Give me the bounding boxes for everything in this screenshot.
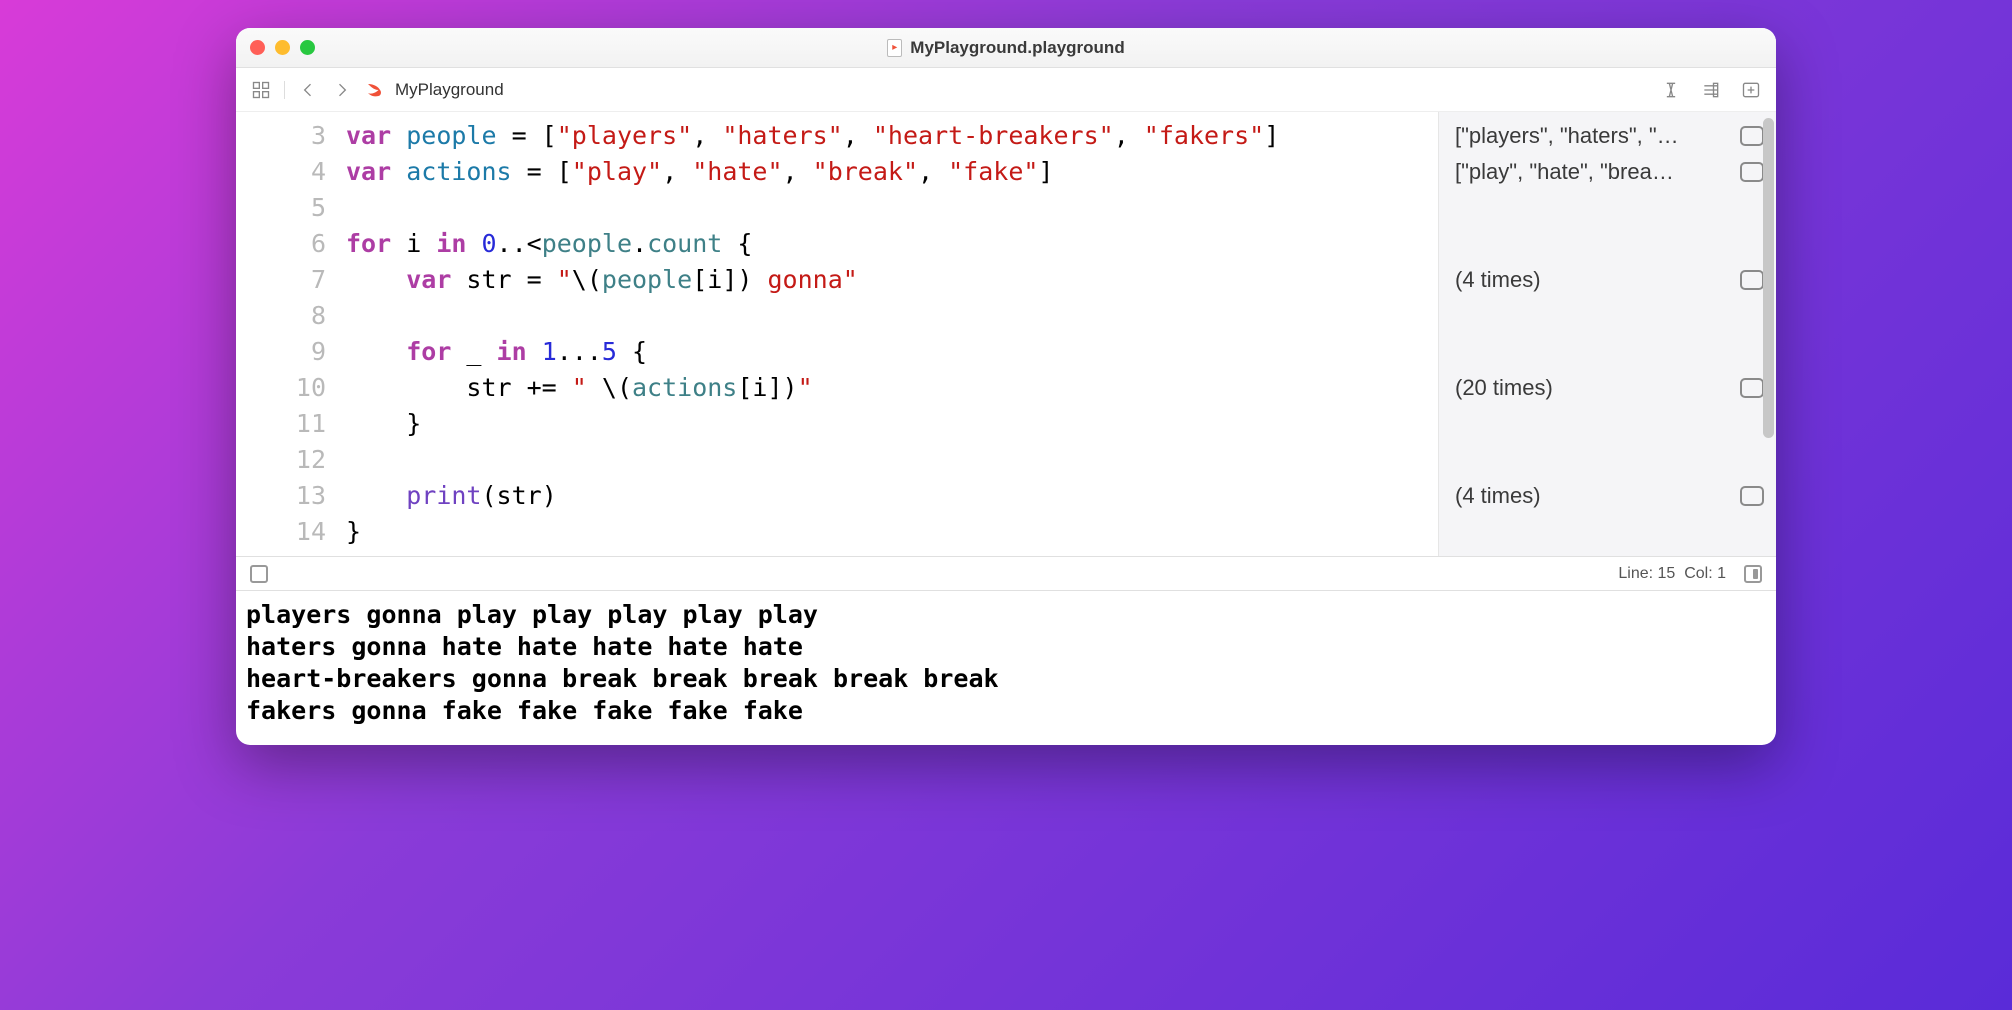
line-number: 3 [236, 118, 346, 154]
code-line[interactable]: 7 var str = "\(people[i]) gonna" [236, 262, 1438, 298]
line-number: 12 [236, 442, 346, 478]
code-content[interactable] [346, 298, 1438, 334]
code-line[interactable]: 3var people = ["players", "haters", "hea… [236, 118, 1438, 154]
cursor-line: Line: 15 [1618, 565, 1675, 582]
add-editor-icon[interactable] [1740, 79, 1762, 101]
toggle-debug-area-icon[interactable] [1744, 565, 1762, 583]
swift-icon [365, 81, 383, 99]
line-number: 13 [236, 478, 346, 514]
code-content[interactable]: var str = "\(people[i]) gonna" [346, 262, 1438, 298]
code-content[interactable] [346, 190, 1438, 226]
result-text: ["play", "hate", "brea… [1455, 154, 1674, 190]
quicklook-icon[interactable] [1740, 162, 1764, 182]
titlebar[interactable]: ▸ MyPlayground.playground [236, 28, 1776, 68]
window-title: ▸ MyPlayground.playground [236, 38, 1776, 58]
result-row [1439, 442, 1776, 478]
line-number: 6 [236, 226, 346, 262]
nav-back-icon[interactable] [297, 79, 319, 101]
code-line[interactable]: 8 [236, 298, 1438, 334]
nav-forward-icon[interactable] [331, 79, 353, 101]
line-number: 5 [236, 190, 346, 226]
code-line[interactable]: 9 for _ in 1...5 { [236, 334, 1438, 370]
code-content[interactable]: str += " \(actions[i])" [346, 370, 1438, 406]
result-row[interactable]: ["play", "hate", "brea… [1439, 154, 1776, 190]
code-line[interactable]: 12 [236, 442, 1438, 478]
quicklook-icon[interactable] [1740, 378, 1764, 398]
scrollbar-thumb[interactable] [1763, 118, 1774, 438]
code-content[interactable]: print(str) [346, 478, 1438, 514]
result-row [1439, 190, 1776, 226]
result-row [1439, 298, 1776, 334]
line-number: 7 [236, 262, 346, 298]
related-items-icon[interactable] [250, 79, 272, 101]
line-number: 11 [236, 406, 346, 442]
result-text: ["players", "haters", "… [1455, 118, 1679, 154]
result-text [1455, 226, 1461, 262]
results-sidebar: ["players", "haters", "…["play", "hate",… [1438, 112, 1776, 556]
code-content[interactable]: var people = ["players", "haters", "hear… [346, 118, 1438, 154]
debug-bar: Line: 15 Col: 1 [236, 557, 1776, 591]
line-number: 8 [236, 298, 346, 334]
close-button[interactable] [250, 40, 265, 55]
code-line[interactable]: 5 [236, 190, 1438, 226]
result-row[interactable]: (4 times) [1439, 478, 1776, 514]
zoom-button[interactable] [300, 40, 315, 55]
xcode-window: ▸ MyPlayground.playground MyPlayground [236, 28, 1776, 745]
editor-options-icon[interactable] [1700, 79, 1722, 101]
window-title-text: MyPlayground.playground [910, 38, 1124, 58]
result-text [1455, 190, 1461, 226]
adjust-editor-icon[interactable] [1660, 79, 1682, 101]
code-content[interactable]: } [346, 406, 1438, 442]
result-text [1455, 514, 1461, 550]
source-editor[interactable]: 3var people = ["players", "haters", "hea… [236, 112, 1438, 556]
code-line[interactable]: 13 print(str) [236, 478, 1438, 514]
code-content[interactable]: for i in 0..<people.count { [346, 226, 1438, 262]
result-row[interactable]: (20 times) [1439, 370, 1776, 406]
toolbar-separator [284, 81, 285, 99]
line-number: 10 [236, 370, 346, 406]
quicklook-icon[interactable] [1740, 270, 1764, 290]
result-row [1439, 514, 1776, 550]
code-line[interactable]: 10 str += " \(actions[i])" [236, 370, 1438, 406]
result-text [1455, 406, 1461, 442]
editor-area: 3var people = ["players", "haters", "hea… [236, 112, 1776, 557]
result-row[interactable]: ["players", "haters", "… [1439, 118, 1776, 154]
code-content[interactable] [346, 442, 1438, 478]
code-line[interactable]: 6for i in 0..<people.count { [236, 226, 1438, 262]
breadcrumb[interactable]: MyPlayground [395, 80, 504, 100]
traffic-lights [250, 40, 315, 55]
result-text [1455, 442, 1461, 478]
result-text [1455, 334, 1461, 370]
result-text: (20 times) [1455, 370, 1553, 406]
toggle-variables-view-icon[interactable] [250, 565, 268, 583]
quicklook-icon[interactable] [1740, 486, 1764, 506]
line-number: 9 [236, 334, 346, 370]
cursor-col: Col: 1 [1684, 565, 1726, 582]
result-row [1439, 226, 1776, 262]
code-content[interactable]: for _ in 1...5 { [346, 334, 1438, 370]
code-line[interactable]: 4var actions = ["play", "hate", "break",… [236, 154, 1438, 190]
code-line[interactable]: 14} [236, 514, 1438, 550]
code-content[interactable]: } [346, 514, 1438, 550]
code-content[interactable]: var actions = ["play", "hate", "break", … [346, 154, 1438, 190]
console-output[interactable]: players gonna play play play play play h… [236, 591, 1776, 745]
result-text [1455, 298, 1461, 334]
line-number: 4 [236, 154, 346, 190]
quicklook-icon[interactable] [1740, 126, 1764, 146]
toolbar: MyPlayground [236, 68, 1776, 112]
minimize-button[interactable] [275, 40, 290, 55]
result-row[interactable]: (4 times) [1439, 262, 1776, 298]
result-text: (4 times) [1455, 478, 1541, 514]
line-number: 14 [236, 514, 346, 550]
result-row [1439, 406, 1776, 442]
playground-file-icon: ▸ [887, 39, 902, 57]
code-line[interactable]: 11 } [236, 406, 1438, 442]
result-text: (4 times) [1455, 262, 1541, 298]
result-row [1439, 334, 1776, 370]
